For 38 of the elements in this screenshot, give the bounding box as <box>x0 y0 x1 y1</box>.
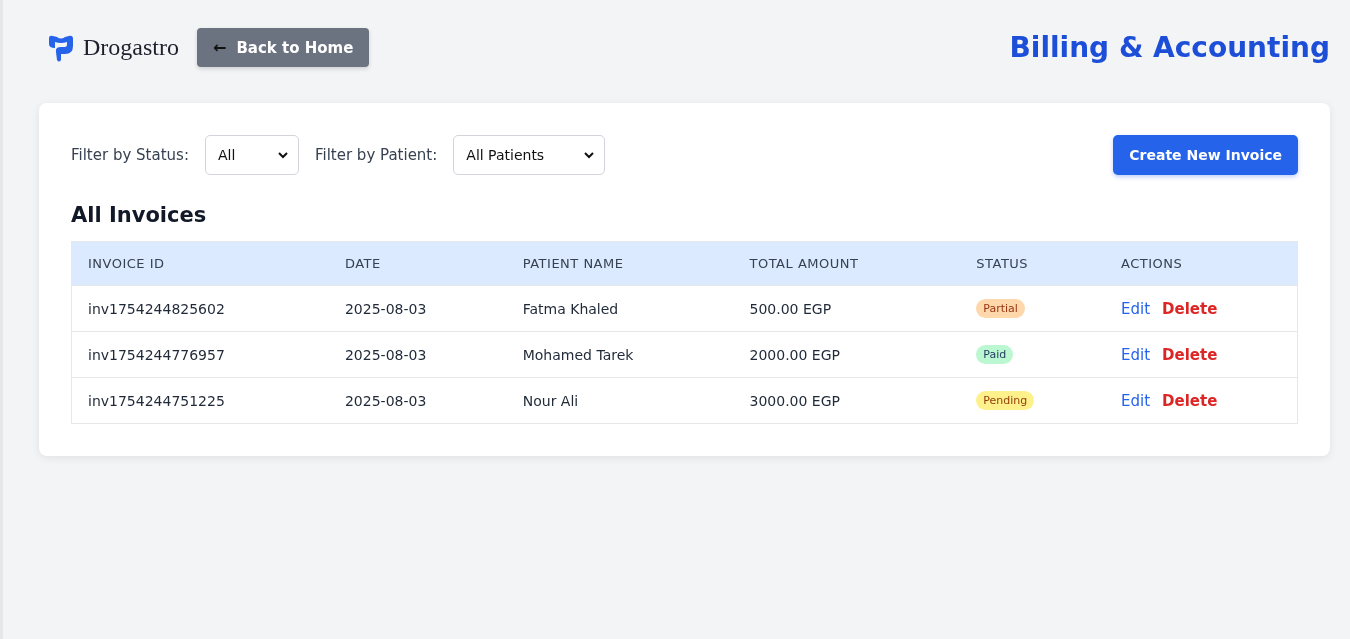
table-cell: Nour Ali <box>522 392 579 409</box>
status-badge: Partial <box>976 299 1025 318</box>
table-cell: 2025-08-03 <box>344 300 427 317</box>
table-cell: inv1754244751225 <box>88 392 225 409</box>
column-header: STATUS <box>976 256 1029 271</box>
chevron-down-icon <box>584 151 595 159</box>
status-badge: Pending <box>976 391 1035 410</box>
table-cell: inv1754244776957 <box>88 346 225 363</box>
back-button[interactable]: ← Back to Home <box>197 28 370 67</box>
table-cell: 2000.00 EGP <box>749 346 840 363</box>
page-title: Billing & Accounting <box>1009 31 1330 64</box>
filter-label: Filter by Patient: <box>314 146 438 164</box>
table-cell: 2025-08-03 <box>344 392 427 409</box>
column-header: DATE <box>344 256 381 271</box>
status-badge: Paid <box>976 345 1014 364</box>
delete-link[interactable]: Delete <box>1162 299 1218 318</box>
edit-link[interactable]: Edit <box>1120 391 1151 410</box>
edit-link[interactable]: Edit <box>1120 299 1151 318</box>
filter-label: Filter by Status: <box>71 146 189 164</box>
column-header: ACTIONS <box>1120 256 1183 271</box>
logo-text: Drogastro <box>83 34 179 61</box>
create-invoice-button[interactable]: Create New Invoice <box>1113 135 1298 175</box>
table-cell: 2025-08-03 <box>344 346 427 363</box>
column-header: INVOICE ID <box>88 256 165 271</box>
chevron-down-icon <box>277 151 288 159</box>
column-header: PATIENT NAME <box>522 256 624 271</box>
table-cell: Fatma Khaled <box>522 300 619 317</box>
filter-select[interactable]: All <box>204 135 299 175</box>
delete-link[interactable]: Delete <box>1162 391 1218 410</box>
table-cell: inv1754244825602 <box>88 300 225 317</box>
filter-select[interactable]: All Patients <box>453 135 606 175</box>
delete-link[interactable]: Delete <box>1162 345 1218 364</box>
section-title: All Invoices <box>71 203 208 227</box>
table-cell: 500.00 EGP <box>749 300 832 317</box>
edit-link[interactable]: Edit <box>1120 345 1151 364</box>
table-cell: 3000.00 EGP <box>749 392 840 409</box>
column-header: TOTAL AMOUNT <box>749 256 859 271</box>
table-cell: Mohamed Tarek <box>522 346 634 363</box>
